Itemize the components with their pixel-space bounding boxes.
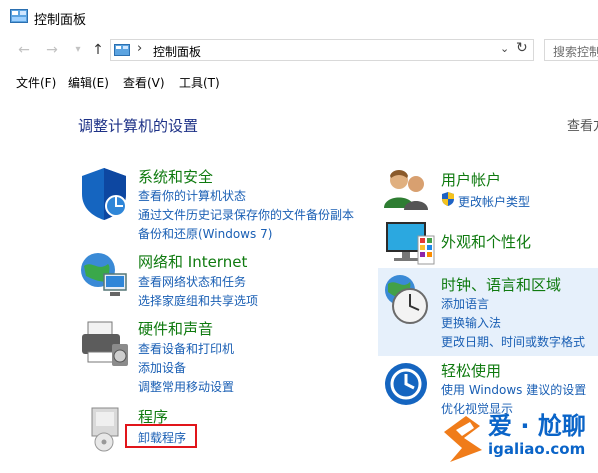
ease-of-access-icon xyxy=(385,363,427,405)
window-title: 控制面板 xyxy=(34,13,87,28)
network-globe-icon xyxy=(81,253,127,296)
watermark-logo-icon xyxy=(444,416,482,462)
breadcrumb-control-panel[interactable]: 控制面板 xyxy=(153,43,201,60)
category-user-accounts[interactable]: 用户帐户 xyxy=(441,169,501,190)
link-mobility-settings[interactable]: 调整常用移动设置 xyxy=(138,378,234,395)
appearance-monitor-icon xyxy=(386,222,435,265)
printer-icon xyxy=(82,321,128,366)
recent-locations-button[interactable]: ▾ xyxy=(68,40,88,60)
category-hardware-sound[interactable]: 硬件和声音 xyxy=(138,318,213,339)
watermark-domain: igaliao.com xyxy=(488,440,586,458)
back-button[interactable]: ← xyxy=(14,40,34,60)
link-devices-printers[interactable]: 查看设备和打印机 xyxy=(138,340,234,357)
clock-globe-icon xyxy=(385,275,428,324)
category-ease-of-access[interactable]: 轻松使用 xyxy=(441,360,501,381)
page-title: 调整计算机的设置 xyxy=(78,117,199,135)
address-dropdown-icon[interactable]: ⌄ xyxy=(500,42,509,55)
link-homegroup-sharing[interactable]: 选择家庭组和共享选项 xyxy=(138,292,258,309)
users-icon xyxy=(384,170,428,210)
link-change-account-type[interactable]: 更改帐户类型 xyxy=(458,193,530,210)
up-button[interactable]: ↑ xyxy=(88,40,108,60)
menu-view[interactable]: 查看(V) xyxy=(123,74,165,91)
forward-button[interactable]: → xyxy=(42,40,62,60)
chevron-down-icon: ▾ xyxy=(75,44,81,55)
control-panel-icon xyxy=(10,9,28,23)
arrow-left-icon: ← xyxy=(18,42,30,58)
breadcrumb-separator: › xyxy=(137,41,143,56)
menu-edit[interactable]: 编辑(E) xyxy=(68,74,109,91)
annotation-highlight-box xyxy=(125,424,197,448)
link-windows-recommended-settings[interactable]: 使用 Windows 建议的设置 xyxy=(441,381,586,398)
link-add-device[interactable]: 添加设备 xyxy=(138,359,186,376)
link-add-language[interactable]: 添加语言 xyxy=(441,295,489,312)
search-placeholder: 搜索控制 xyxy=(553,45,598,59)
link-change-input-method[interactable]: 更换输入法 xyxy=(441,314,501,331)
link-backup-restore[interactable]: 备份和还原(Windows 7) xyxy=(138,225,272,242)
control-panel-small-icon xyxy=(114,44,130,56)
link-change-date-time-format[interactable]: 更改日期、时间或数字格式 xyxy=(441,333,585,350)
category-appearance[interactable]: 外观和个性化 xyxy=(441,231,531,252)
arrow-right-icon: → xyxy=(46,42,58,58)
menu-tools[interactable]: 工具(T) xyxy=(179,74,220,91)
shield-icon xyxy=(82,168,127,220)
link-view-computer-status[interactable]: 查看你的计算机状态 xyxy=(138,187,246,204)
uac-shield-icon xyxy=(442,192,454,206)
menu-file[interactable]: 文件(F) xyxy=(16,74,56,91)
view-by-label: 查看方 xyxy=(567,119,598,134)
category-network-internet[interactable]: 网络和 Internet xyxy=(138,251,247,272)
title-bar xyxy=(0,0,598,34)
watermark-brand: 爱 · 尬聊 xyxy=(488,412,586,440)
category-clock-language-region[interactable]: 时钟、语言和区域 xyxy=(441,274,561,295)
link-network-status[interactable]: 查看网络状态和任务 xyxy=(138,273,246,290)
refresh-icon[interactable]: ↻ xyxy=(516,40,528,56)
arrow-up-icon: ↑ xyxy=(92,42,104,58)
category-system-security[interactable]: 系统和安全 xyxy=(138,166,213,187)
link-file-history[interactable]: 通过文件历史记录保存你的文件备份副本 xyxy=(138,206,354,223)
programs-icon xyxy=(91,407,119,452)
